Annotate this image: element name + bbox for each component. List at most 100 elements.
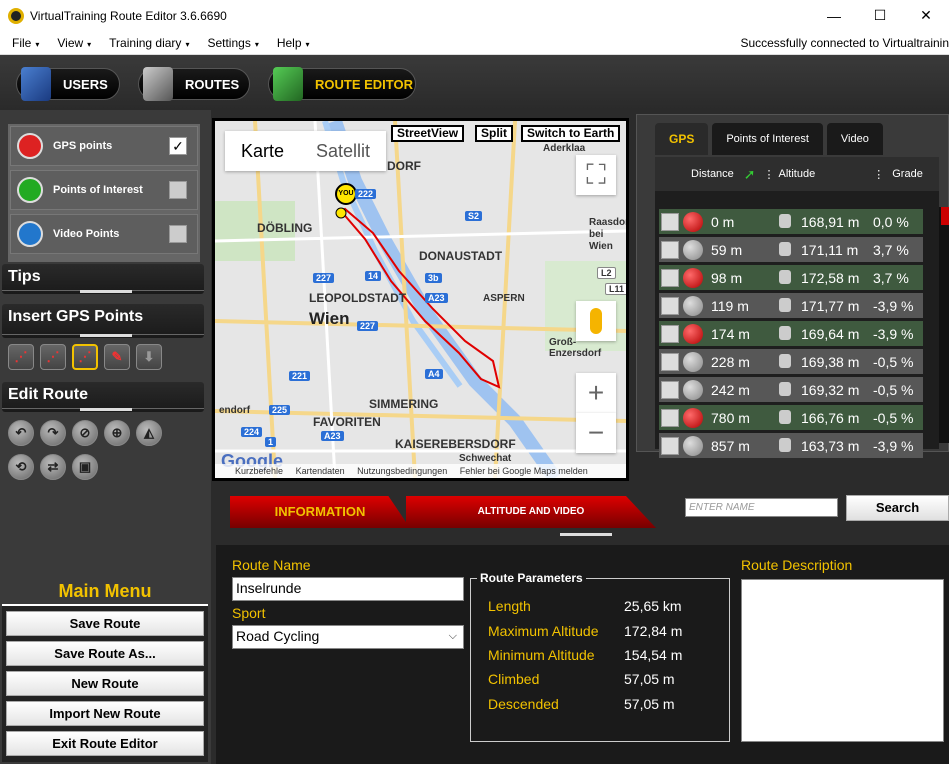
poi-checkbox[interactable] (169, 181, 187, 199)
lock-icon[interactable] (779, 214, 791, 228)
column-altitude[interactable]: Altitude (779, 168, 816, 180)
video-points-toggle[interactable]: Video Points (10, 214, 198, 254)
streetview-button[interactable]: StreetView (391, 125, 465, 142)
shortcuts-link[interactable]: Kurzbefehle (235, 466, 283, 476)
report-error-link[interactable]: Fehler bei Google Maps melden (460, 466, 588, 476)
gps-row[interactable]: 59 m 171,11 m 3,7 % (659, 237, 923, 262)
gps-row[interactable]: 174 m 169,64 m -3,9 % (659, 321, 923, 346)
chevron-down-icon: ▾ (87, 39, 92, 49)
gps-points-label: GPS points (53, 140, 113, 152)
gps-scrollbar[interactable] (939, 207, 949, 443)
column-distance[interactable]: Distance (691, 168, 734, 180)
insert-middle-icon[interactable]: ⋰ (40, 344, 66, 370)
row-checkbox[interactable] (661, 408, 679, 427)
lock-icon[interactable] (779, 326, 791, 340)
menu-settings[interactable]: Settings ▾ (195, 36, 264, 50)
tips-header[interactable]: Tips (2, 264, 204, 294)
pegman-icon[interactable] (576, 301, 616, 341)
draw-route-icon[interactable]: ✎ (104, 344, 130, 370)
row-checkbox[interactable] (661, 240, 679, 259)
tab-information[interactable]: INFORMATION (230, 496, 410, 528)
road-sign: 225 (269, 405, 291, 415)
save-route-button[interactable]: Save Route (6, 611, 204, 636)
column-grade[interactable]: Grade (892, 168, 923, 180)
row-checkbox[interactable] (661, 212, 679, 231)
lock-icon[interactable] (779, 270, 791, 284)
zoom-out-button[interactable]: − (576, 413, 616, 453)
map-tab[interactable]: Karte (225, 131, 300, 171)
lock-icon[interactable] (779, 410, 791, 424)
undo-icon[interactable]: ↶ (8, 420, 34, 446)
sport-select[interactable]: Road Cycling ⌵ (232, 625, 464, 649)
route-editor-button[interactable]: ROUTE EDITOR (268, 67, 416, 101)
poi-toggle[interactable]: Points of Interest (10, 170, 198, 210)
row-checkbox[interactable] (661, 296, 679, 315)
map-data-link[interactable]: Kartendaten (296, 466, 345, 476)
routes-button[interactable]: ROUTES (138, 67, 250, 101)
lock-icon[interactable] (779, 354, 791, 368)
insert-end-icon[interactable]: ⋰ (72, 344, 98, 370)
tab-points-of-interest[interactable]: Points of Interest (712, 123, 823, 155)
redo-icon[interactable]: ↷ (40, 420, 66, 446)
route-description-textarea[interactable] (741, 579, 944, 742)
split-button[interactable]: Split (475, 125, 513, 142)
gps-row[interactable]: 857 m 163,73 m -3,9 % (659, 433, 923, 458)
exit-route-editor-button[interactable]: Exit Route Editor (6, 731, 204, 756)
lock-icon[interactable] (779, 382, 791, 396)
minimize-button[interactable]: — (811, 0, 857, 31)
tab-gps[interactable]: GPS (655, 123, 709, 155)
switch-to-earth-button[interactable]: Switch to Earth (521, 125, 621, 142)
route-map[interactable]: Karte Satellit StreetView Split Switch t… (212, 118, 629, 481)
reverse-icon[interactable]: ⇄ (40, 454, 66, 480)
cancel-icon[interactable]: ⊘ (72, 420, 98, 446)
gps-row[interactable]: 242 m 169,32 m -0,5 % (659, 377, 923, 402)
gps-scroll-thumb[interactable] (941, 207, 949, 225)
route-name-input[interactable]: Inselrunde (232, 577, 464, 601)
loop-icon[interactable]: ⟲ (8, 454, 34, 480)
row-checkbox[interactable] (661, 352, 679, 371)
download-icon[interactable]: ⬇ (136, 344, 162, 370)
row-checkbox[interactable] (661, 324, 679, 343)
users-icon (21, 67, 51, 101)
video-points-checkbox[interactable] (169, 225, 187, 243)
lock-icon[interactable] (779, 242, 791, 256)
close-button[interactable]: ✕ (903, 0, 949, 31)
gps-row[interactable]: 228 m 169,38 m -0,5 % (659, 349, 923, 374)
name-search-input[interactable]: ENTER NAME (685, 498, 838, 517)
search-button[interactable]: Search (846, 495, 949, 521)
gps-row[interactable]: 0 m 168,91 m 0,0 % (659, 209, 923, 234)
save-route-as-button[interactable]: Save Route As... (6, 641, 204, 666)
row-checkbox[interactable] (661, 436, 679, 455)
gps-row[interactable]: 98 m 172,58 m 3,7 % (659, 265, 923, 290)
mirror-icon[interactable]: ◭ (136, 420, 162, 446)
gps-row[interactable]: 119 m 171,77 m -3,9 % (659, 293, 923, 318)
menu-file[interactable]: File ▾ (0, 36, 45, 50)
row-grade: -3,9 % (873, 297, 914, 314)
fullscreen-icon[interactable]: ⛶ (576, 155, 616, 195)
video-camera-icon[interactable]: ▣ (72, 454, 98, 480)
row-checkbox[interactable] (661, 380, 679, 399)
users-button[interactable]: USERS (16, 67, 120, 101)
import-new-route-button[interactable]: Import New Route (6, 701, 204, 726)
tab-altitude-and-video[interactable]: ALTITUDE AND VIDEO (406, 496, 656, 528)
satellite-tab[interactable]: Satellit (300, 131, 386, 171)
lock-icon[interactable] (779, 298, 791, 312)
zoom-in-icon[interactable]: ⊕ (104, 420, 130, 446)
insert-start-icon[interactable]: ⋰ (8, 344, 34, 370)
gps-points-toggle[interactable]: GPS points ✓ (10, 126, 198, 166)
param-row: Climbed 57,05 m (488, 671, 675, 687)
sort-up-icon[interactable]: ➚ (744, 166, 756, 183)
menu-view[interactable]: View ▾ (45, 36, 97, 50)
main-menu: Main Menu Save Route Save Route As... Ne… (2, 576, 208, 762)
row-checkbox[interactable] (661, 268, 679, 287)
tab-video[interactable]: Video (826, 123, 883, 155)
terms-link[interactable]: Nutzungsbedingungen (357, 466, 447, 476)
menu-help[interactable]: Help ▾ (265, 36, 316, 50)
menu-training-diary[interactable]: Training diary ▾ (97, 36, 195, 50)
gps-row[interactable]: 780 m 166,76 m -0,5 % (659, 405, 923, 430)
maximize-button[interactable]: ☐ (857, 0, 903, 31)
zoom-in-button[interactable]: + (576, 373, 616, 413)
new-route-button[interactable]: New Route (6, 671, 204, 696)
gps-points-checkbox[interactable]: ✓ (169, 137, 187, 155)
lock-icon[interactable] (779, 438, 791, 452)
